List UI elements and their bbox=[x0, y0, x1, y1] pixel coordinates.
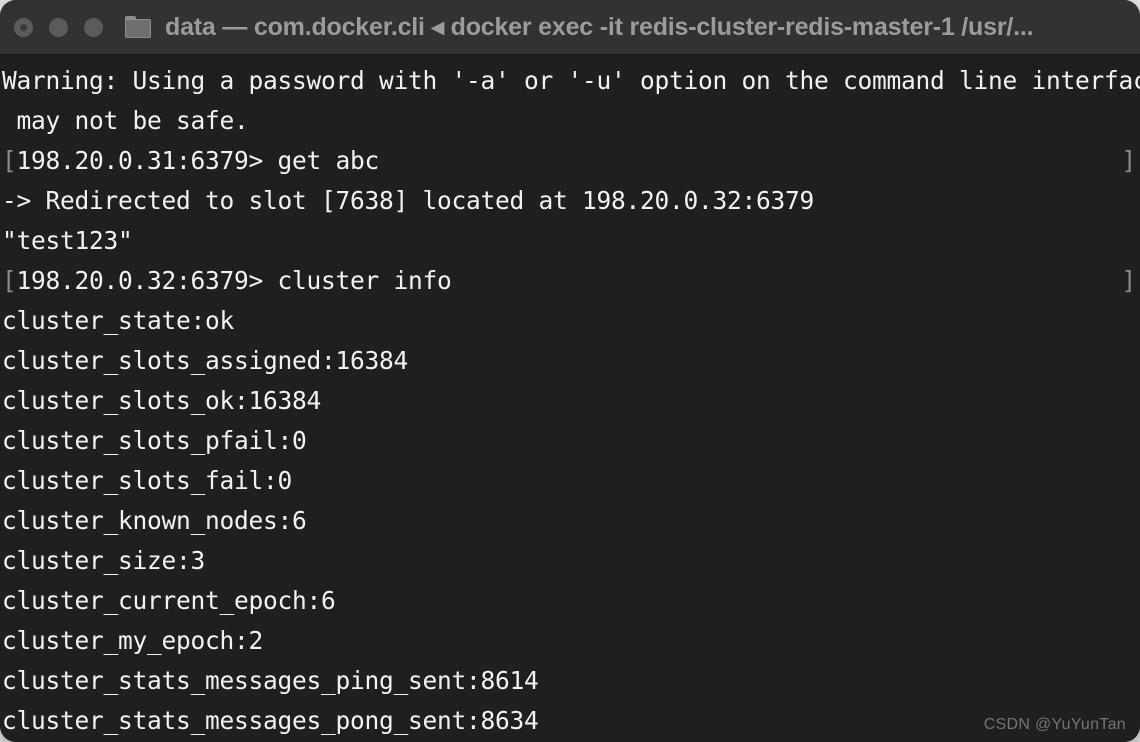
maximize-button[interactable] bbox=[84, 17, 103, 37]
watermark: CSDN @YuYunTan bbox=[983, 716, 1126, 733]
terminal-line-text: cluster_stats_messages_pong_sent:8634 bbox=[2, 706, 539, 735]
window-controls bbox=[14, 17, 103, 37]
terminal-line-text: cluster_slots_assigned:16384 bbox=[2, 346, 409, 375]
terminal-line: cluster_slots_pfail:0 bbox=[0, 421, 1140, 461]
terminal-line-text: cluster_slots_fail:0 bbox=[2, 466, 293, 495]
terminal-line: [198.20.0.31:6379> get abc] bbox=[0, 141, 1140, 181]
terminal-line-text: 198.20.0.32:6379> cluster info bbox=[16, 266, 452, 295]
folder-icon bbox=[125, 16, 151, 38]
prompt-open-bracket: [ bbox=[2, 266, 17, 295]
prompt-close-bracket: ] bbox=[1121, 146, 1136, 175]
terminal-line: may not be safe. bbox=[0, 101, 1140, 141]
terminal-line-text: cluster_size:3 bbox=[2, 546, 206, 575]
terminal-line-text: cluster_my_epoch:2 bbox=[2, 626, 264, 655]
terminal-line-text: cluster_slots_pfail:0 bbox=[2, 426, 307, 455]
terminal-line: cluster_my_epoch:2 bbox=[0, 621, 1140, 661]
terminal-line: cluster_current_epoch:6 bbox=[0, 581, 1140, 621]
terminal-line: cluster_stats_messages_ping_sent:8614 bbox=[0, 661, 1140, 701]
terminal-line-text: 198.20.0.31:6379> get abc bbox=[16, 146, 380, 175]
terminal-line-text: cluster_state:ok bbox=[2, 306, 235, 335]
terminal-line: [198.20.0.32:6379> cluster info] bbox=[0, 261, 1140, 301]
prompt-close-bracket: ] bbox=[1121, 266, 1136, 295]
terminal-line-text: cluster_current_epoch:6 bbox=[2, 586, 336, 615]
terminal-line: cluster_known_nodes:6 bbox=[0, 501, 1140, 541]
terminal-line: cluster_slots_ok:16384 bbox=[0, 381, 1140, 421]
terminal-line: cluster_stats_messages_pong_sent:8634 bbox=[0, 701, 1140, 741]
terminal-line-text: cluster_slots_ok:16384 bbox=[2, 386, 322, 415]
terminal-window: data — com.docker.cli ◂ docker exec -it … bbox=[0, 0, 1140, 742]
terminal-line-text: -> Redirected to slot [7638] located at … bbox=[2, 186, 815, 215]
terminal-line-text: cluster_stats_messages_ping_sent:8614 bbox=[2, 666, 539, 695]
terminal-line-text: may not be safe. bbox=[2, 106, 249, 135]
terminal-line: Warning: Using a password with '-a' or '… bbox=[0, 61, 1140, 101]
terminal-line-text: "test123" bbox=[2, 226, 133, 255]
close-button[interactable] bbox=[14, 17, 33, 37]
window-title: data — com.docker.cli ◂ docker exec -it … bbox=[165, 13, 1034, 41]
terminal-line-text: cluster_known_nodes:6 bbox=[2, 506, 307, 535]
terminal-line-text: Warning: Using a password with '-a' or '… bbox=[2, 66, 1140, 95]
prompt-open-bracket: [ bbox=[2, 146, 17, 175]
terminal-line: "test123" bbox=[0, 221, 1140, 261]
terminal-line: cluster_size:3 bbox=[0, 541, 1140, 581]
terminal-line: cluster_state:ok bbox=[0, 301, 1140, 341]
terminal-line: cluster_slots_assigned:16384 bbox=[0, 341, 1140, 381]
terminal-line: -> Redirected to slot [7638] located at … bbox=[0, 181, 1140, 221]
terminal-line: cluster_slots_fail:0 bbox=[0, 461, 1140, 501]
window-titlebar[interactable]: data — com.docker.cli ◂ docker exec -it … bbox=[0, 0, 1140, 55]
terminal-output[interactable]: Warning: Using a password with '-a' or '… bbox=[0, 55, 1140, 742]
minimize-button[interactable] bbox=[49, 17, 68, 37]
